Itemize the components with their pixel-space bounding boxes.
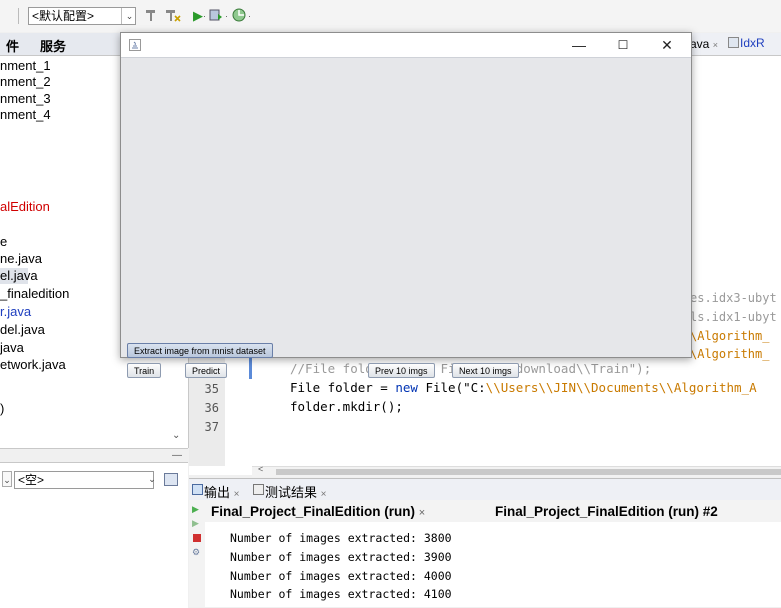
code-line: File folder = new File("C:\\Users\\JIN\\…: [290, 380, 757, 395]
tree-item[interactable]: etwork.java: [0, 357, 66, 373]
chevron-down-icon[interactable]: ⌄: [145, 471, 159, 487]
horizontal-scrollbar[interactable]: <: [252, 464, 781, 477]
tab-test-results[interactable]: 测试结果 ×: [265, 482, 326, 501]
prev-images-button[interactable]: Prev 10 imgs: [368, 363, 435, 378]
tree-item[interactable]: java: [0, 340, 24, 356]
navigator-combo[interactable]: <空>: [14, 471, 154, 489]
tab-output[interactable]: 输出 ×: [204, 482, 239, 501]
navigator-combo-value: <空>: [18, 473, 45, 487]
predict-button[interactable]: Predict: [185, 363, 228, 378]
scroll-down-icon[interactable]: ⌄: [172, 430, 180, 441]
output-toolbar: ▶ ▶ ⚙: [189, 500, 205, 607]
output-line: Number of images extracted: 3900: [230, 550, 452, 564]
debug-icon[interactable]: [209, 8, 223, 26]
rerun-icon[interactable]: ▶: [192, 504, 199, 515]
tree-item-selected[interactable]: el.java: [0, 268, 38, 284]
scrollbar-thumb[interactable]: [276, 469, 781, 475]
test-results-icon: [253, 484, 264, 495]
rerun-with-params-icon[interactable]: ▶: [192, 518, 199, 529]
settings-icon[interactable]: ⚙: [192, 547, 200, 558]
panel-divider: —: [0, 448, 188, 463]
editor-tab-java[interactable]: ava ×: [690, 37, 718, 51]
java-app-window: — ☐ ✕ Extract image from mnist dataset T…: [120, 32, 692, 378]
minimize-panel-icon[interactable]: —: [172, 450, 182, 461]
close-button[interactable]: ✕: [645, 33, 689, 57]
project-node[interactable]: alEdition: [0, 199, 50, 215]
tree-item[interactable]: del.java: [0, 322, 45, 338]
line-number: 35: [204, 382, 219, 396]
line-number: 37: [204, 420, 219, 434]
window-title-bar[interactable]: — ☐ ✕: [121, 33, 691, 57]
code-fragment: ls.idx1-ubyt: [690, 310, 777, 324]
run-tab-2[interactable]: Final_Project_FinalEdition (run) #2: [495, 504, 718, 519]
run-tab-strip: Final_Project_FinalEdition (run) × Final…: [205, 500, 781, 522]
run-icon[interactable]: ▶: [193, 8, 203, 24]
java-file-icon: [728, 37, 739, 48]
code-fragment: \Algorithm_: [690, 329, 770, 343]
code-fragment: es.idx3-ubyt: [690, 291, 777, 305]
code-fragment: \Algorithm_: [690, 347, 770, 361]
line-number: 36: [204, 401, 219, 415]
output-window-icon: [192, 484, 203, 495]
hammer-icon[interactable]: [144, 8, 158, 26]
profile-menu-chevron-icon[interactable]: ·: [248, 8, 251, 24]
config-combo-value: <默认配置>: [32, 9, 95, 23]
next-images-button[interactable]: Next 10 imgs: [452, 363, 519, 378]
output-line: Number of images extracted: 4100: [230, 587, 452, 601]
debug-menu-chevron-icon[interactable]: ·: [225, 8, 228, 24]
main-toolbar: <默认配置> ⌄ ▶ · · ·: [0, 0, 781, 32]
editor-tab-strip: ava × IdxR: [690, 33, 781, 56]
tree-item[interactable]: e: [0, 234, 7, 250]
tab-files[interactable]: 件: [6, 36, 19, 55]
tree-item[interactable]: ne.java: [0, 251, 42, 267]
chevron-down-icon[interactable]: ⌄: [121, 8, 137, 24]
navigator-filter-icon[interactable]: [164, 473, 178, 486]
run-tab-1[interactable]: Final_Project_FinalEdition (run) ×: [211, 504, 425, 519]
tab-services[interactable]: 服务: [40, 36, 66, 55]
tree-item[interactable]: nment_3: [0, 91, 51, 107]
chevron-down-icon[interactable]: ⌄: [2, 471, 12, 487]
minimize-button[interactable]: —: [557, 33, 601, 57]
clean-build-icon[interactable]: [165, 8, 181, 26]
profile-icon[interactable]: [232, 8, 246, 26]
maximize-button[interactable]: ☐: [601, 33, 645, 57]
config-combo[interactable]: <默认配置>: [28, 7, 136, 25]
train-button[interactable]: Train: [127, 363, 162, 378]
tree-item[interactable]: nment_2: [0, 74, 51, 90]
tree-item[interactable]: nment_1: [0, 58, 51, 74]
toolbar-separator: [18, 8, 19, 24]
code-line: folder.mkdir();: [290, 399, 403, 414]
tree-item[interactable]: _finaledition: [0, 286, 69, 302]
tree-item[interactable]: r.java: [0, 304, 31, 320]
image-display-area: [123, 57, 689, 337]
output-tab-strip: 输出 × 测试结果 ×: [189, 478, 781, 502]
navigator-panel: ⌄ <空> ⌄: [0, 462, 188, 608]
output-line: Number of images extracted: 4000: [230, 569, 452, 583]
run-menu-chevron-icon[interactable]: ·: [203, 8, 206, 24]
tree-item[interactable]: ): [0, 401, 4, 417]
output-line: Number of images extracted: 3800: [230, 531, 452, 545]
java-app-icon: [129, 39, 141, 51]
editor-tab-idxr[interactable]: IdxR: [740, 36, 765, 50]
stop-icon[interactable]: [193, 534, 201, 542]
scroll-left-icon[interactable]: <: [258, 464, 263, 474]
extract-images-button[interactable]: Extract image from mnist dataset: [127, 343, 273, 358]
tree-item[interactable]: nment_4: [0, 107, 51, 123]
